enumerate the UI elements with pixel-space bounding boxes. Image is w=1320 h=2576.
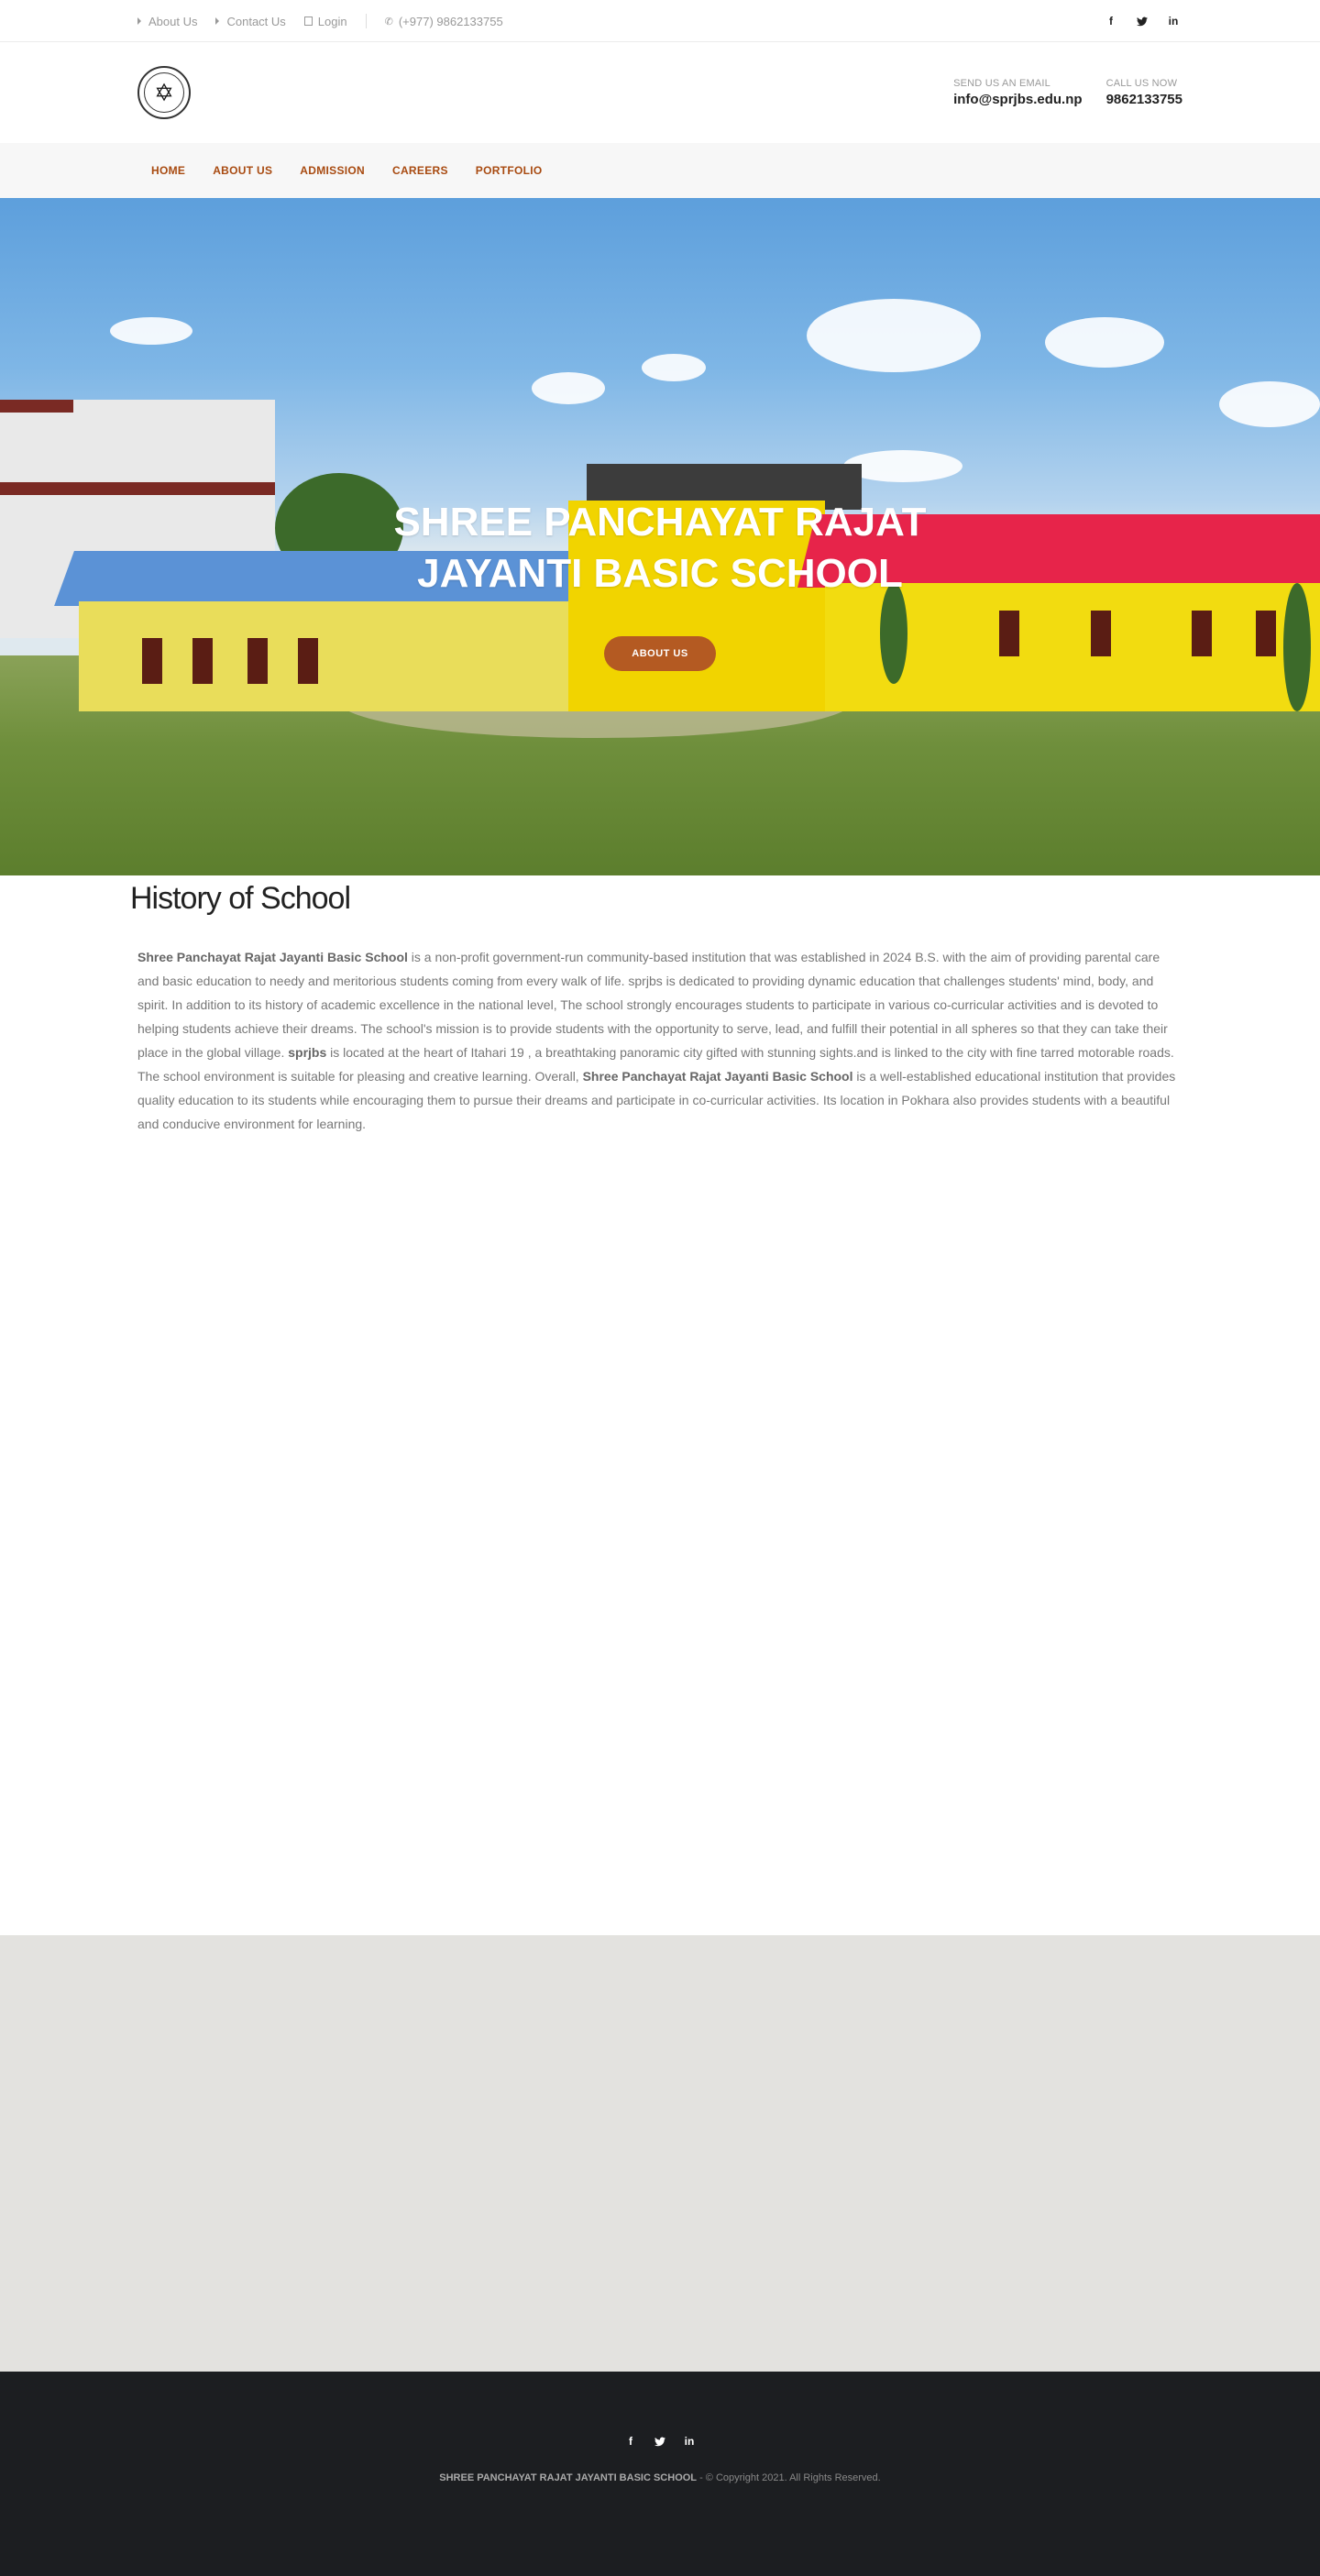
phone-number[interactable]: 9862133755 [1106,92,1182,107]
hero-title: SHREE PANCHAYAT RAJAT JAYANTI BASIC SCHO… [0,497,1320,600]
hero-banner: SHREE PANCHAYAT RAJAT JAYANTI BASIC SCHO… [0,198,1320,875]
cloud [1045,317,1164,368]
roof-edge [0,400,73,413]
email-contact: SEND US AN EMAIL info@sprjbs.edu.np [953,78,1082,107]
history-paragraph: Shree Panchayat Rajat Jayanti Basic Scho… [138,945,1182,1136]
top-link-label: Contact Us [226,14,286,28]
top-link-about-us[interactable]: About Us [138,15,197,28]
facebook-icon[interactable]: f [1102,12,1120,30]
email-label: SEND US AN EMAIL [953,78,1050,89]
nav-item-careers[interactable]: CAREERS [379,164,462,177]
site-footer: f in SHREE PANCHAYAT RAJAT JAYANTI BASIC… [0,2372,1320,2576]
history-text-part1: is a non-profit government-run community… [138,950,1168,1060]
phone-label: CALL US NOW [1106,78,1178,89]
top-phone: ✆ (+977) 9862133755 [385,15,503,28]
school-short-name: sprjbs [288,1045,327,1060]
linkedin-icon[interactable]: in [678,2432,700,2450]
top-link-login[interactable]: Login [303,14,347,28]
footer-social-links: f in [0,2372,1320,2450]
cloud [110,317,192,345]
site-header: ✡ SEND US AN EMAIL info@sprjbs.edu.np CA… [0,42,1320,143]
linkedin-icon[interactable]: in [1164,12,1182,30]
cloud [1219,381,1320,427]
cloud [642,354,706,381]
nav-item-portfolio[interactable]: PORTFOLIO [462,164,556,177]
copyright: SHREE PANCHAYAT RAJAT JAYANTI BASIC SCHO… [0,2472,1320,2483]
header-contacts: SEND US AN EMAIL info@sprjbs.edu.np CALL… [930,78,1182,107]
divider [365,14,367,28]
top-phone-number: (+977) 9862133755 [398,14,503,28]
hero-title-line1: SHREE PANCHAYAT RAJAT [393,500,927,545]
nav-item-about-us[interactable]: ABOUT US [199,164,286,177]
caret-right-icon [138,17,141,25]
top-nav: About Us Contact Us Login ✆ (+977) 98621… [138,14,522,28]
facebook-icon[interactable]: f [620,2432,642,2450]
caret-right-icon [215,17,220,25]
star-emblem-icon: ✡ [144,72,184,113]
top-link-label: About Us [148,14,198,28]
top-link-contact-us[interactable]: Contact Us [215,14,286,28]
copyright-text: - © Copyright 2021. All Rights Reserved. [697,2472,881,2483]
phone-icon: ✆ [384,16,393,28]
school-name: Shree Panchayat Rajat Jayanti Basic Scho… [582,1069,853,1084]
map-placeholder-band [0,1935,1320,2372]
twitter-icon[interactable] [649,2432,671,2450]
roof-edge [0,482,275,495]
about-us-button[interactable]: ABOUT US [604,636,716,671]
nav-item-home[interactable]: HOME [138,164,199,177]
history-title: History of School [130,881,351,916]
top-link-label: Login [317,14,347,28]
top-bar: About Us Contact Us Login ✆ (+977) 98621… [0,0,1320,42]
footer-school-name: SHREE PANCHAYAT RAJAT JAYANTI BASIC SCHO… [439,2472,698,2483]
hero-title-line2: JAYANTI BASIC SCHOOL [417,551,903,596]
twitter-bird-shape [654,2437,666,2446]
twitter-bird-shape [1137,17,1148,26]
main-nav: HOME ABOUT US ADMISSION CAREERS PORTFOLI… [0,143,1320,198]
login-icon [303,17,313,26]
email-address[interactable]: info@sprjbs.edu.np [953,92,1082,107]
phone-contact: CALL US NOW 9862133755 [1106,78,1182,107]
twitter-icon[interactable] [1133,12,1151,30]
history-section: History of School Shree Panchayat Rajat … [0,875,1320,1935]
nav-item-admission[interactable]: ADMISSION [286,164,379,177]
top-social-links: f in [1089,12,1182,30]
school-logo[interactable]: ✡ [138,66,191,119]
cloud [807,299,981,372]
school-name: Shree Panchayat Rajat Jayanti Basic Scho… [138,950,408,964]
hero-content: SHREE PANCHAYAT RAJAT JAYANTI BASIC SCHO… [0,497,1320,671]
cloud [532,372,605,404]
